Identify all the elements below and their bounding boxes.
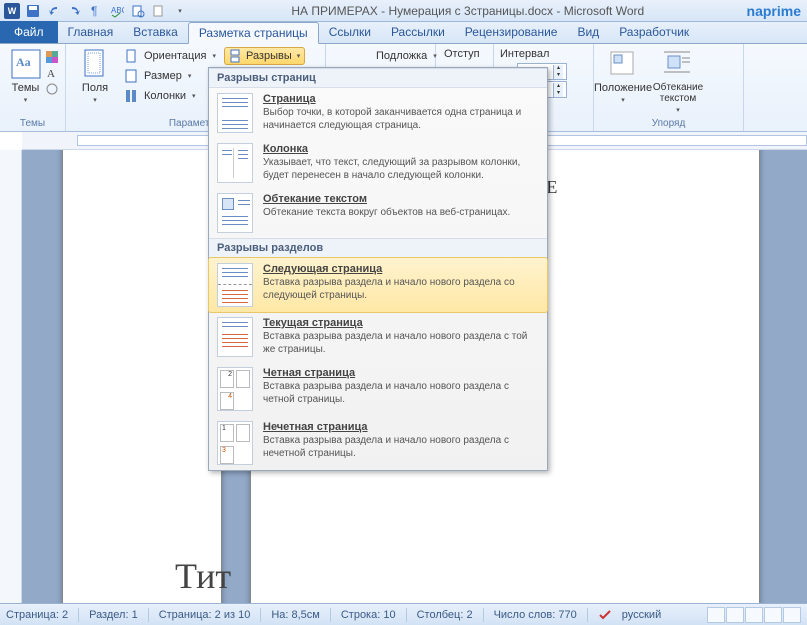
status-column[interactable]: Столбец: 2 [417, 609, 473, 621]
status-word-count[interactable]: Число слов: 770 [494, 609, 577, 621]
tab-insert[interactable]: Вставка [123, 21, 188, 43]
break-odd-page-item[interactable]: 1 3 Нечетная страницаВставка разрыва раз… [209, 416, 547, 470]
theme-colors-icon[interactable] [45, 50, 59, 64]
status-line[interactable]: Строка: 10 [341, 609, 396, 621]
theme-fonts-icon[interactable]: A [45, 66, 59, 80]
tab-review[interactable]: Рецензирование [455, 21, 568, 43]
qat-customize-icon[interactable]: ▾ [171, 2, 189, 20]
window-title: НА ПРИМЕРАХ - Нумерация с 3страницы.docx… [189, 4, 747, 18]
view-web-layout[interactable] [745, 607, 763, 623]
size-button[interactable]: Размер▾ [122, 66, 218, 86]
break-next-page-item[interactable]: Следующая страницаВставка разрыва раздел… [208, 257, 548, 313]
break-text-wrapping-icon [217, 193, 253, 233]
preview-icon[interactable] [129, 2, 147, 20]
themes-button[interactable]: Aa Темы ▾ [6, 46, 45, 104]
svg-text:A: A [47, 68, 55, 80]
position-button[interactable]: Положение▾ [600, 46, 646, 114]
menu-section-page-breaks: Разрывы страниц [209, 68, 547, 88]
spellcheck-icon[interactable]: ABC [108, 2, 126, 20]
margins-button[interactable]: Поля ▾ [72, 46, 118, 106]
view-draft[interactable] [783, 607, 801, 623]
quick-access-toolbar: ¶ ABC ▾ [24, 2, 189, 20]
status-language[interactable]: русский [622, 609, 661, 621]
break-next-page-icon [217, 263, 253, 307]
pilcrow-icon[interactable]: ¶ [87, 2, 105, 20]
wrap-text-button[interactable]: Обтекание текстом▾ [648, 46, 708, 114]
svg-text:ABC: ABC [111, 6, 124, 15]
view-buttons [707, 607, 801, 623]
status-page[interactable]: Страница: 2 [6, 609, 68, 621]
break-even-page-icon: 2 4 [217, 367, 253, 411]
status-bar: Страница: 2 Раздел: 1 Страница: 2 из 10 … [0, 603, 807, 625]
break-continuous-item[interactable]: Текущая страницаВставка разрыва раздела … [209, 312, 547, 362]
break-text-wrapping-item[interactable]: Обтекание текстомОбтекание текста вокруг… [209, 188, 547, 238]
svg-text:Aa: Aa [16, 55, 31, 69]
theme-effects-icon[interactable] [45, 82, 59, 96]
ribbon-tabs: Файл Главная Вставка Разметка страницы С… [0, 22, 807, 44]
columns-button[interactable]: Колонки▾ [122, 86, 218, 106]
view-outline[interactable] [764, 607, 782, 623]
page-1[interactable]: Тит [62, 150, 222, 603]
watermark-button[interactable]: Подложка▾ [370, 46, 429, 66]
menu-section-section-breaks: Разрывы разделов [209, 238, 547, 258]
vertical-ruler[interactable] [0, 150, 22, 603]
watermark-text: naprime [747, 3, 803, 19]
new-icon[interactable] [150, 2, 168, 20]
view-print-layout[interactable] [707, 607, 725, 623]
status-section[interactable]: Раздел: 1 [89, 609, 138, 621]
break-continuous-icon [217, 317, 253, 357]
redo-icon[interactable] [66, 2, 84, 20]
break-odd-page-icon: 1 3 [217, 421, 253, 465]
break-column-item[interactable]: КолонкаУказывает, что текст, следующий з… [209, 138, 547, 188]
view-full-screen[interactable] [726, 607, 744, 623]
tab-developer[interactable]: Разработчик [609, 21, 699, 43]
tab-page-layout[interactable]: Разметка страницы [188, 22, 319, 44]
status-page-of[interactable]: Страница: 2 из 10 [159, 609, 251, 621]
group-arrange: Положение▾ Обтекание текстом▾ Упоряд [594, 44, 744, 131]
tab-home[interactable]: Главная [58, 21, 124, 43]
spacing-label: Интервал [500, 46, 587, 62]
title-bar: W ¶ ABC ▾ НА ПРИМЕРАХ - Нумерация с 3стр… [0, 0, 807, 22]
break-page-item[interactable]: СтраницаВыбор точки, в которой заканчива… [209, 88, 547, 138]
indent-label: Отступ [442, 46, 487, 62]
tab-mailings[interactable]: Рассылки [381, 21, 455, 43]
tab-view[interactable]: Вид [567, 21, 609, 43]
undo-icon[interactable] [45, 2, 63, 20]
breaks-button[interactable]: Разрывы▾ [222, 46, 307, 66]
status-spellcheck-icon[interactable] [598, 608, 612, 622]
orientation-button[interactable]: Ориентация▾ [122, 46, 218, 66]
break-page-icon [217, 93, 253, 133]
tab-references[interactable]: Ссылки [319, 21, 381, 43]
group-themes: Aa Темы ▾ A Темы [0, 44, 66, 131]
app-icon: W [4, 3, 20, 19]
breaks-dropdown-menu: Разрывы страниц СтраницаВыбор точки, в к… [208, 67, 548, 471]
break-even-page-item[interactable]: 2 4 Четная страницаВставка разрыва разде… [209, 362, 547, 416]
svg-text:¶: ¶ [91, 4, 97, 18]
save-icon[interactable] [24, 2, 42, 20]
break-column-icon [217, 143, 253, 183]
status-at[interactable]: На: 8,5см [271, 609, 320, 621]
tab-file[interactable]: Файл [0, 21, 58, 43]
